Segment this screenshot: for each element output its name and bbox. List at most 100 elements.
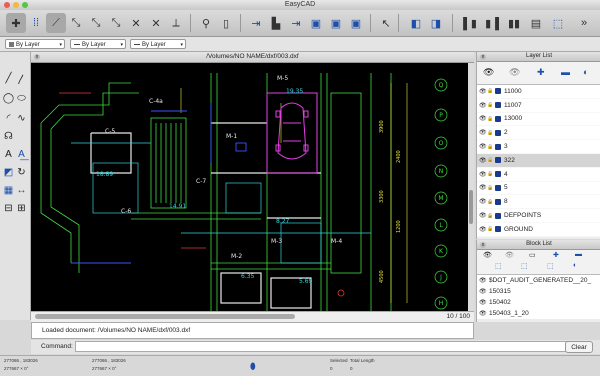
show-all-layers-icon[interactable]: 👁: [483, 67, 494, 78]
ellipse-tool-icon[interactable]: ⬭: [15, 92, 28, 105]
block-tool-icon[interactable]: ⊟: [2, 202, 15, 215]
line-tool-icon[interactable]: ╱: [2, 72, 15, 85]
lock-icon[interactable]: 🔒: [487, 185, 495, 191]
rotate-tool-icon[interactable]: ↻: [15, 166, 28, 179]
layer-row[interactable]: 👁 🔒 4: [477, 167, 600, 182]
circle-tool-icon[interactable]: ◯: [2, 92, 15, 105]
hide-all-layers-icon[interactable]: 👁: [509, 67, 520, 78]
insert-tool-icon[interactable]: ⊞: [15, 202, 28, 215]
layer-color-swatch[interactable]: [495, 198, 501, 205]
lock-icon[interactable]: 🔒: [487, 102, 495, 108]
snap-endpoint-icon[interactable]: ⟋: [46, 13, 66, 33]
layer-row[interactable]: 👁 🔒 13000: [477, 112, 600, 127]
layout-right-icon[interactable]: ◨: [426, 13, 446, 33]
cursor-icon[interactable]: ↖: [376, 13, 396, 33]
block-row[interactable]: 👁 150402: [477, 297, 600, 308]
panel-both-icon[interactable]: ▮▮: [504, 13, 524, 33]
eye-icon[interactable]: 👁: [479, 102, 487, 109]
import-icon[interactable]: ▣: [346, 13, 366, 33]
eye-icon[interactable]: 👁: [479, 277, 489, 284]
layer-color-swatch[interactable]: [495, 102, 501, 109]
layer-row[interactable]: 👁 🔒 2: [477, 126, 600, 141]
layer-row[interactable]: 👁 🔒 5: [477, 181, 600, 196]
block-properties-icon[interactable]: ◐: [573, 262, 577, 269]
layer-color-swatch[interactable]: [495, 88, 501, 95]
layer-color-swatch[interactable]: [495, 129, 501, 136]
vertical-scrollbar[interactable]: [468, 63, 474, 312]
layer-row[interactable]: 👁 🔒 8: [477, 195, 600, 210]
dimension-tool-icon[interactable]: ↔: [15, 184, 28, 197]
lock-icon[interactable]: 🔒: [487, 144, 495, 150]
arc-tool-icon[interactable]: ◜: [2, 112, 15, 125]
snap-center-icon[interactable]: ⤡: [86, 13, 106, 33]
layer-color-swatch[interactable]: [495, 212, 501, 219]
horizontal-scroll-thumb[interactable]: [35, 314, 295, 319]
show-block-icon[interactable]: 👁: [483, 251, 492, 259]
save-as-icon[interactable]: ⇥: [286, 13, 306, 33]
linetype-select[interactable]: By Layer ▾: [70, 39, 126, 49]
edit-block-icon[interactable]: ▭: [529, 251, 536, 259]
print-icon[interactable]: ▣: [306, 13, 326, 33]
add-block-icon[interactable]: ✚: [553, 251, 559, 259]
layer-row[interactable]: 👁 🔒 DEFPOINTS: [477, 209, 600, 223]
remove-layer-icon[interactable]: ▬: [561, 67, 570, 77]
close-document-button[interactable]: x: [34, 54, 40, 60]
eye-icon[interactable]: 👁: [479, 143, 487, 150]
text-tool-icon[interactable]: A: [2, 148, 15, 161]
polyline-tool-icon[interactable]: 〳: [15, 72, 28, 86]
eye-icon[interactable]: 👁: [479, 299, 489, 306]
layer-color-swatch[interactable]: [495, 115, 501, 122]
vertical-scroll-thumb[interactable]: [469, 190, 473, 224]
pick-point-icon[interactable]: ⚲: [196, 13, 216, 33]
spline-tool-icon[interactable]: ∿: [15, 112, 28, 125]
block-row[interactable]: 👁 150315: [477, 286, 600, 297]
lock-icon[interactable]: 🔒: [487, 157, 495, 163]
layer-row[interactable]: 👁 🔒 3: [477, 140, 600, 154]
close-layer-panel-button[interactable]: x: [480, 53, 486, 60]
lock-icon[interactable]: 🔒: [487, 130, 495, 136]
open-file-icon[interactable]: ⇥: [246, 13, 266, 33]
eye-icon[interactable]: 👁: [479, 310, 489, 317]
layer-row[interactable]: 👁 🔒 11000: [477, 85, 600, 99]
remove-block-icon[interactable]: ▬: [575, 251, 582, 258]
lock-icon[interactable]: 🔒: [487, 226, 495, 232]
panel-right-icon[interactable]: ▮▐: [482, 13, 502, 33]
eye-icon[interactable]: 👁: [479, 157, 487, 164]
layer-color-swatch[interactable]: [495, 157, 501, 164]
save-block-icon[interactable]: ⬚: [547, 262, 554, 270]
grid-snap-icon[interactable]: ⁞⁞: [26, 13, 46, 33]
properties-icon[interactable]: ▤: [526, 13, 546, 33]
layer-color-swatch[interactable]: [495, 184, 501, 191]
snap-perpendicular-icon[interactable]: ✕: [126, 13, 146, 33]
block-row[interactable]: 👁 150403_1_20: [477, 308, 600, 319]
eye-icon[interactable]: 👁: [479, 198, 487, 205]
lock-icon[interactable]: 🔒: [487, 213, 495, 219]
cad-canvas[interactable]: Q P O N M L K J H 19.35 18.89 14.91 6.35…: [31, 63, 468, 312]
select-tool-icon[interactable]: ✚: [6, 13, 26, 33]
save-icon[interactable]: ▙: [266, 13, 286, 33]
snap-nearest-icon[interactable]: ✕: [146, 13, 166, 33]
layout-left-icon[interactable]: ◧: [406, 13, 426, 33]
insert-block-icon[interactable]: ⬚: [521, 262, 528, 270]
lock-icon[interactable]: 🔒: [487, 116, 495, 122]
snap-midpoint-icon[interactable]: ⤡: [66, 13, 86, 33]
snap-intersection-icon[interactable]: ⤡: [106, 13, 126, 33]
snap-tangent-icon[interactable]: ⟂: [166, 13, 186, 33]
layer-row-selected[interactable]: 👁 🔒 322: [477, 153, 600, 168]
panel-left-icon[interactable]: ▌▮: [460, 13, 480, 33]
hide-block-icon[interactable]: 👁: [505, 251, 514, 259]
add-layer-icon[interactable]: ✚: [537, 67, 545, 78]
layer-color-swatch[interactable]: [495, 226, 501, 233]
color-select[interactable]: By Layer ▾: [5, 39, 65, 49]
curve-tool-icon[interactable]: ☊: [2, 130, 15, 143]
layer-properties-icon[interactable]: ◐: [583, 67, 588, 77]
lock-icon[interactable]: 🔒: [487, 199, 495, 205]
close-block-panel-button[interactable]: x: [480, 241, 486, 248]
layer-row[interactable]: 👁 🔒 GROUND: [477, 222, 600, 237]
lock-icon[interactable]: 🔒: [487, 171, 495, 177]
layer-color-swatch[interactable]: [495, 143, 501, 150]
mtext-tool-icon[interactable]: A͟: [15, 148, 28, 161]
block-row[interactable]: 👁 $DOT_AUDIT_GENERATED__20_: [477, 275, 600, 286]
layer-row[interactable]: 👁 🔒 11007: [477, 98, 600, 113]
move-tool-icon[interactable]: ◩: [2, 166, 15, 179]
